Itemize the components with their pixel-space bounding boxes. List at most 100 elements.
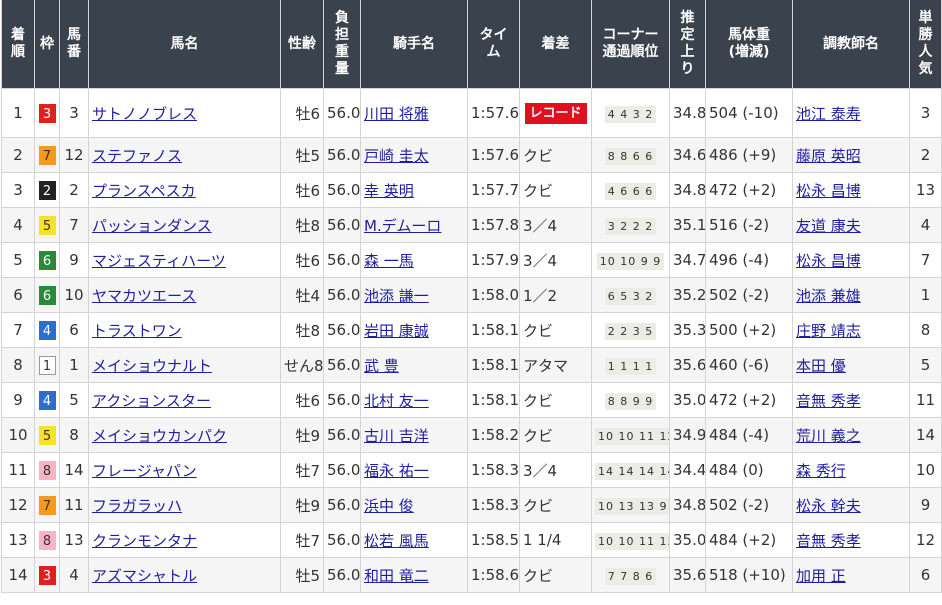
corner-positions: 10 10 11 13 — [595, 532, 669, 550]
waku-badge: 3 — [38, 103, 56, 123]
jockey-name-link[interactable]: 戸崎 圭太 — [364, 147, 429, 165]
weight-cell: 56.0 — [323, 207, 361, 243]
popularity-cell: 11 — [909, 382, 942, 418]
popularity-cell: 8 — [909, 312, 942, 348]
header-trainer: 調教師名 — [792, 0, 910, 89]
waku-cell: 4 — [34, 312, 60, 348]
umaban-cell: 2 — [59, 172, 89, 208]
trainer-name-link[interactable]: 庄野 靖志 — [796, 322, 861, 340]
popularity-cell: 9 — [909, 487, 942, 523]
bodyweight-cell: 496 (-4) — [705, 242, 793, 278]
umaban-cell: 1 — [59, 347, 89, 383]
horse-name-link[interactable]: ヤマカツエース — [92, 287, 196, 305]
trainer-name-link[interactable]: 池江 泰寿 — [796, 105, 861, 123]
waku-badge: 2 — [38, 180, 56, 200]
horse-cell: パッションダンス — [88, 207, 281, 243]
margin-text: 1 1/4 — [523, 531, 562, 549]
horse-name-link[interactable]: アクションスター — [92, 392, 211, 410]
horse-name-link[interactable]: マジェスティハーツ — [92, 252, 226, 270]
horse-name-link[interactable]: パッションダンス — [92, 217, 212, 235]
sexage-cell: 牡5 — [280, 557, 324, 593]
corner-positions: 8 8 9 9 — [604, 392, 657, 410]
waku-badge: 3 — [38, 565, 56, 585]
trainer-name-link[interactable]: 松永 昌博 — [796, 182, 861, 200]
trainer-name-link[interactable]: 友道 康夫 — [796, 217, 861, 235]
trainer-name-link[interactable]: 加用 正 — [796, 567, 846, 585]
trainer-cell: 松永 昌博 — [792, 172, 910, 208]
table-row: 6 6 10 ヤマカツエース 牡4 56.0 池添 謙一 1:58.0 1／2 6 5 3 2 35… — [1, 277, 942, 313]
horse-cell: ヤマカツエース — [88, 277, 281, 313]
corner-cell: 10 13 13 9 — [591, 487, 670, 523]
jockey-name-link[interactable]: 北村 友一 — [364, 392, 429, 410]
popularity-cell: 10 — [909, 452, 942, 488]
time-cell: 1:58.6 — [467, 557, 520, 593]
sexage-cell: 牡6 — [280, 88, 324, 138]
corner-cell: 10 10 11 13 — [591, 522, 670, 558]
margin-cell: クビ — [519, 312, 592, 348]
jockey-cell: M.デムーロ — [360, 207, 468, 243]
trainer-name-link[interactable]: 音無 秀孝 — [796, 392, 861, 410]
corner-cell: 8 8 6 6 — [591, 137, 670, 173]
jockey-cell: 古川 吉洋 — [360, 417, 468, 453]
margin-cell: クビ — [519, 382, 592, 418]
corner-positions: 7 7 8 6 — [604, 567, 657, 585]
horse-name-link[interactable]: メイショウカンパク — [92, 427, 227, 445]
trainer-name-link[interactable]: 松永 幹夫 — [796, 497, 861, 515]
trainer-cell: 庄野 靖志 — [792, 312, 910, 348]
jockey-name-link[interactable]: 幸 英明 — [364, 182, 414, 200]
table-row: 2 7 12 ステファノス 牡5 56.0 戸崎 圭太 1:57.6 クビ 8 8 6 6 34.6… — [1, 137, 942, 173]
horse-name-link[interactable]: クランモンタナ — [92, 532, 197, 550]
header-horse: 馬名 — [88, 0, 281, 89]
results-body: 1 3 3 サトノノブレス 牡6 56.0 川田 将雅 1:57.6 レコード 4 4 3 2 34… — [1, 88, 942, 593]
trainer-name-link[interactable]: 荒川 義之 — [796, 427, 861, 445]
jockey-name-link[interactable]: 岩田 康誠 — [364, 322, 429, 340]
jockey-name-link[interactable]: M.デムーロ — [364, 217, 441, 235]
table-row: 8 1 1 メイショウナルト せん8 56.0 武 豊 1:58.1 アタマ 1 1 1 1 35.… — [1, 347, 942, 383]
horse-name-link[interactable]: ステファノス — [92, 147, 182, 165]
horse-name-link[interactable]: トラストワン — [92, 322, 182, 340]
trainer-name-link[interactable]: 森 秀行 — [796, 462, 846, 480]
corner-cell: 7 7 8 6 — [591, 557, 670, 593]
margin-text: 3／4 — [523, 461, 558, 480]
jockey-name-link[interactable]: 武 豊 — [364, 357, 399, 375]
horse-name-link[interactable]: アズマシャトル — [92, 567, 197, 585]
sexage-cell: 牡4 — [280, 277, 324, 313]
trainer-name-link[interactable]: 池添 兼雄 — [796, 287, 861, 305]
jockey-name-link[interactable]: 福永 祐一 — [364, 462, 429, 480]
horse-name-link[interactable]: プランスペスカ — [92, 182, 196, 200]
jockey-name-link[interactable]: 森 一馬 — [364, 252, 414, 270]
corner-positions: 10 10 9 9 — [596, 252, 665, 270]
sexage-cell: せん8 — [280, 347, 324, 383]
horse-name-link[interactable]: フレージャパン — [92, 462, 197, 480]
trainer-name-link[interactable]: 藤原 英昭 — [796, 147, 861, 165]
jockey-name-link[interactable]: 古川 吉洋 — [364, 427, 429, 445]
jockey-name-link[interactable]: 浜中 俊 — [364, 497, 414, 515]
jockey-name-link[interactable]: 川田 将雅 — [364, 105, 429, 123]
last3f-cell: 35.0 — [669, 382, 706, 418]
popularity-cell: 14 — [909, 417, 942, 453]
jockey-name-link[interactable]: 和田 竜二 — [364, 567, 429, 585]
sexage-cell: 牡6 — [280, 382, 324, 418]
jockey-cell: 川田 将雅 — [360, 88, 468, 138]
corner-positions: 10 10 11 12 — [595, 427, 669, 445]
trainer-name-link[interactable]: 松永 昌博 — [796, 252, 861, 270]
jockey-name-link[interactable]: 松若 風馬 — [364, 532, 429, 550]
trainer-name-link[interactable]: 本田 優 — [796, 357, 846, 375]
horse-cell: サトノノブレス — [88, 88, 281, 138]
corner-cell: 10 10 9 9 — [591, 242, 670, 278]
horse-name-link[interactable]: メイショウナルト — [92, 357, 212, 375]
popularity-cell: 4 — [909, 207, 942, 243]
weight-cell: 56.0 — [323, 487, 361, 523]
rank-cell: 12 — [1, 487, 35, 523]
sexage-cell: 牡6 — [280, 172, 324, 208]
time-cell: 1:58.3 — [467, 487, 520, 523]
horse-name-link[interactable]: サトノノブレス — [92, 105, 197, 123]
last3f-cell: 34.8 — [669, 88, 706, 138]
waku-cell: 4 — [34, 382, 60, 418]
weight-cell: 56.0 — [323, 417, 361, 453]
horse-name-link[interactable]: フラガラッハ — [92, 497, 182, 515]
jockey-name-link[interactable]: 池添 謙一 — [364, 287, 429, 305]
waku-badge: 8 — [38, 460, 56, 480]
trainer-name-link[interactable]: 音無 秀孝 — [796, 532, 861, 550]
header-weight: 負担重量 — [323, 0, 361, 89]
